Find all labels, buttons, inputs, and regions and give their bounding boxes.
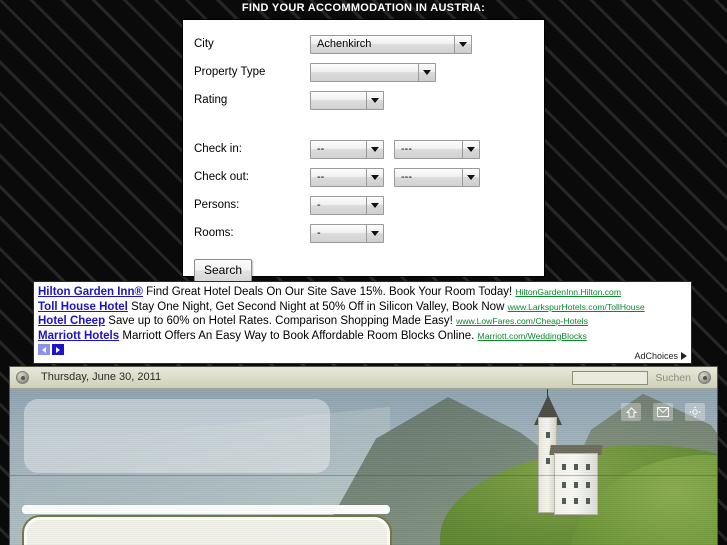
form-row-check-out: Check out: -- --- [183, 163, 544, 191]
form-row-city: City Achenkirch [183, 30, 544, 58]
site-header-bar: Thursday, June 30, 2011 Suchen [10, 367, 717, 389]
church-window [562, 482, 566, 488]
ad-url-link[interactable]: www.LowFares.com/Cheap-Hotels [456, 316, 588, 326]
church-window [562, 498, 566, 504]
ad-title-link[interactable]: Hilton Garden Inn® [38, 286, 143, 298]
church-window [574, 498, 578, 504]
ad-description: Stay One Night, Get Second Night at 50% … [131, 300, 505, 313]
church-window [586, 498, 590, 504]
ad-description: Save up to 60% on Hotel Rates. Compariso… [108, 315, 453, 328]
adchoices-label: AdChoices [634, 351, 678, 361]
chevron-down-icon [418, 63, 435, 81]
accommodation-search-form: City Achenkirch Property Type Rating Che… [182, 19, 545, 282]
chevron-down-icon [366, 196, 383, 214]
city-select[interactable]: Achenkirch [310, 34, 472, 54]
ad-item: Toll House Hotel Stay One Night, Get Sec… [38, 300, 687, 315]
rooms-select-value: - [317, 226, 321, 239]
adchoices-triangle-icon [681, 352, 687, 360]
church-nave [554, 453, 598, 515]
chevron-down-icon [454, 35, 471, 53]
chevron-right-icon[interactable] [52, 344, 64, 356]
church-window [586, 464, 590, 470]
rooms-select[interactable]: - [310, 223, 384, 243]
form-row-persons: Persons: - [183, 191, 544, 219]
page-title: FIND YOUR ACCOMMODATION IN AUSTRIA: [241, 2, 486, 14]
church-window [586, 482, 590, 488]
hero-divider-line [10, 475, 717, 476]
ad-item: Hotel Cheep Save up to 60% on Hotel Rate… [38, 314, 687, 329]
circle-search-icon[interactable] [698, 371, 711, 384]
check-in-month-value: --- [401, 142, 412, 155]
check-in-day-select[interactable]: -- [310, 139, 384, 159]
site-search-input[interactable] [572, 370, 649, 385]
adchoices-link[interactable]: AdChoices [634, 351, 687, 361]
ad-item: Hilton Garden Inn® Find Great Hotel Deal… [38, 285, 687, 300]
label-rating: Rating [194, 94, 228, 106]
advertisement-block: Hilton Garden Inn® Find Great Hotel Deal… [33, 281, 692, 364]
ad-title-link[interactable]: Marriott Hotels [38, 330, 119, 342]
chevron-down-icon [366, 168, 383, 186]
site-hero-photo [10, 389, 717, 545]
church-window [546, 458, 550, 464]
ad-url-link[interactable]: Marriott.com/WeddingBlocks [478, 331, 587, 341]
ad-url-link[interactable]: www.LarkspurHotels.com/TollHouse [508, 302, 645, 312]
church-window [562, 464, 566, 470]
ad-title-link[interactable]: Hotel Cheep [38, 315, 105, 327]
search-button[interactable]: Search [194, 259, 253, 282]
chevron-down-icon [366, 224, 383, 242]
chevron-down-icon [462, 168, 479, 186]
check-in-month-select[interactable]: --- [394, 139, 480, 159]
label-persons: Persons: [194, 199, 240, 211]
hero-overlay-card-top [24, 399, 330, 473]
label-property-type: Property Type [194, 66, 266, 78]
persons-select-value: - [317, 198, 321, 211]
check-out-day-select[interactable]: -- [310, 167, 384, 187]
site-date-label: Thursday, June 30, 2011 [41, 371, 162, 383]
city-select-value: Achenkirch [317, 37, 372, 50]
circle-menu-icon[interactable] [16, 371, 29, 384]
ad-description: Find Great Hotel Deals On Our Site Save … [146, 286, 513, 298]
check-in-day-value: -- [317, 142, 325, 155]
form-row-check-in: Check in: -- --- [183, 135, 544, 163]
hero-icon-toolbar [621, 403, 705, 421]
church-window [546, 432, 550, 438]
chevron-down-icon [366, 91, 383, 109]
label-rooms: Rooms: [194, 227, 234, 239]
ad-pagination [38, 344, 687, 356]
check-out-month-select[interactable]: --- [394, 167, 480, 187]
ad-item: Marriott Hotels Marriott Offers An Easy … [38, 329, 687, 344]
form-row-rating: Rating [183, 86, 544, 114]
label-check-in: Check in: [194, 143, 242, 155]
chevron-down-icon [462, 140, 479, 158]
rating-select[interactable] [310, 90, 384, 110]
church-illustration [526, 389, 603, 533]
church-window [574, 464, 578, 470]
mail-icon[interactable] [653, 403, 673, 421]
ad-description: Marriott Offers An Easy Way to Book Affo… [122, 329, 475, 342]
chevron-down-icon [366, 140, 383, 158]
home-icon[interactable] [621, 403, 641, 421]
rating-select-value [311, 92, 366, 109]
site-search-label: Suchen [655, 371, 691, 384]
property-type-select-value [311, 64, 418, 81]
property-type-select[interactable] [310, 62, 436, 82]
persons-select[interactable]: - [310, 195, 384, 215]
label-city: City [194, 38, 214, 50]
form-row-rooms: Rooms: - [183, 219, 544, 247]
site-search-area: Suchen [572, 370, 711, 385]
ad-title-link[interactable]: Toll House Hotel [38, 301, 128, 313]
church-window [574, 482, 578, 488]
check-out-day-value: -- [317, 170, 325, 183]
form-row-property-type: Property Type [183, 58, 544, 86]
ad-url-link[interactable]: HiltonGardenInn.Hilton.com [515, 287, 621, 297]
chevron-left-icon[interactable] [38, 344, 50, 356]
label-check-out: Check out: [194, 171, 249, 183]
site-preview-frame: Thursday, June 30, 2011 Suchen [9, 366, 718, 545]
hero-card-strip [22, 505, 390, 514]
check-out-month-value: --- [401, 170, 412, 183]
compass-icon[interactable] [685, 403, 705, 421]
hero-overlay-card-bottom [24, 517, 390, 545]
